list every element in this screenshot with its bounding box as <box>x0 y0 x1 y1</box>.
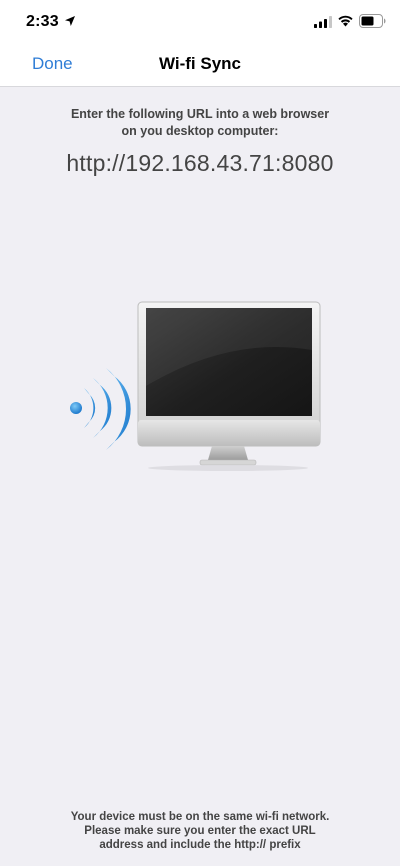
footer-line-3: address and include the http:// prefix <box>99 839 301 851</box>
page-title: Wi-fi Sync <box>158 54 242 73</box>
wifi-sync-illustration <box>70 301 321 471</box>
status-bar: 2:33 <box>0 0 400 44</box>
battery-icon <box>359 14 386 28</box>
instruction-text: Enter the following URL into a web brows… <box>20 106 380 140</box>
wifi-waves-icon <box>70 368 131 450</box>
navigation-bar: Done Wi-fi Sync <box>0 44 400 87</box>
status-time: 2:33 <box>26 13 59 30</box>
footer-note: Your device must be on the same wi-fi ne… <box>20 810 380 852</box>
footer-line-2: Please make sure you enter the exact URL <box>84 825 316 837</box>
location-arrow-icon <box>65 16 75 26</box>
sync-url[interactable]: http://192.168.43.71:8080 <box>0 150 400 177</box>
instruction-line-1: Enter the following URL into a web brows… <box>70 107 330 121</box>
desktop-computer-icon <box>137 301 321 471</box>
cellular-signal-icon <box>314 16 332 28</box>
instruction-line-2: on you desktop computer: <box>121 124 279 138</box>
footer-line-1: Your device must be on the same wi-fi ne… <box>70 811 330 823</box>
wifi-icon <box>338 15 353 27</box>
